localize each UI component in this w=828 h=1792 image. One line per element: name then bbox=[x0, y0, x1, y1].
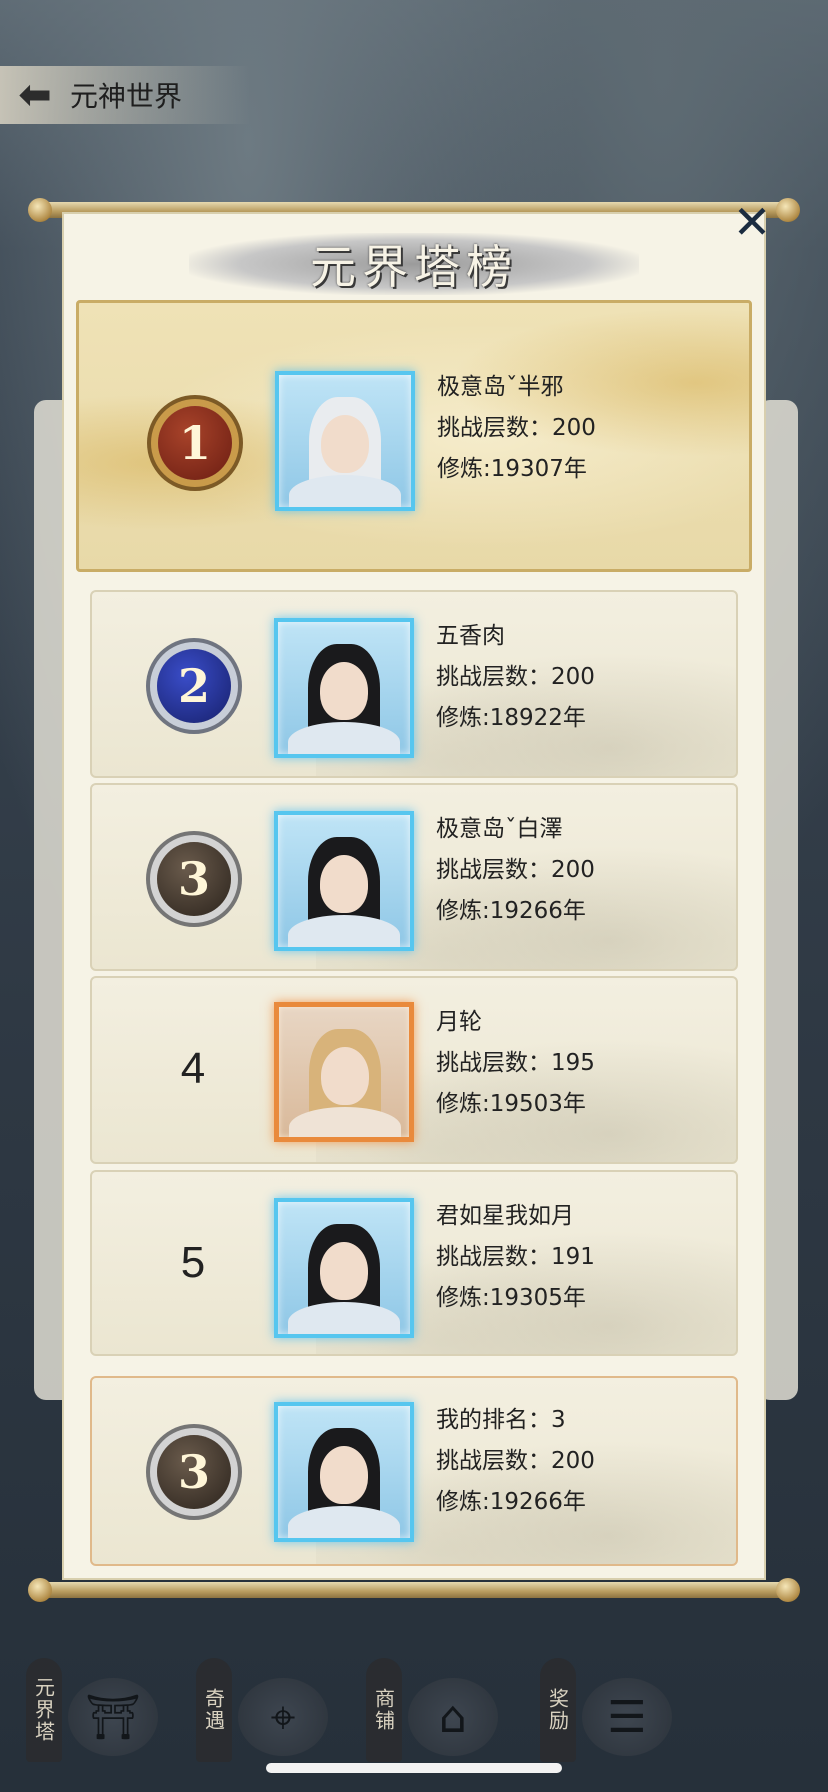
my-info: 我的排名：3 挑战层数：200 修炼:19266年 bbox=[436, 1400, 595, 1523]
player-avatar bbox=[274, 618, 414, 758]
nav-label: 奇遇 bbox=[196, 1658, 232, 1762]
ranking-row-1[interactable]: 1 极意岛ˇ半邪 挑战层数：200 修炼:19307年 bbox=[76, 300, 752, 572]
reward-chest-icon: ☰ bbox=[582, 1678, 672, 1756]
nav-item-reward[interactable]: 奖励 ☰ bbox=[540, 1658, 690, 1768]
player-avatar bbox=[274, 1002, 414, 1142]
medal-icon: 2 bbox=[157, 649, 231, 723]
rank-medal-2: 2 bbox=[142, 638, 246, 734]
player-name: 极意岛ˇ白澤 bbox=[436, 816, 563, 842]
my-avatar bbox=[274, 1402, 414, 1542]
player-info: 极意岛ˇ白澤 挑战层数：200 修炼:19266年 bbox=[436, 809, 595, 932]
ranking-row-3[interactable]: 3 极意岛ˇ白澤 挑战层数：200 修炼:19266年 bbox=[90, 783, 738, 971]
cultivation-years: 修炼:19266年 bbox=[436, 1489, 586, 1515]
rank-medal-1: 1 bbox=[143, 395, 247, 491]
my-rank-medal: 3 bbox=[142, 1424, 246, 1520]
dialog-title-wrap: 元界塔榜 bbox=[62, 232, 766, 296]
medal-icon: 1 bbox=[158, 406, 232, 480]
rank-number: 4 bbox=[180, 1044, 206, 1093]
player-info: 极意岛ˇ半邪 挑战层数：200 修炼:19307年 bbox=[437, 367, 596, 490]
nav-item-encounter[interactable]: 奇遇 ⌖ bbox=[196, 1658, 346, 1768]
ranking-row-4[interactable]: 4 月轮 挑战层数：195 修炼:19503年 bbox=[90, 976, 738, 1164]
ranking-row-5[interactable]: 5 君如星我如月 挑战层数：191 修炼:19305年 bbox=[90, 1170, 738, 1356]
medal-icon: 3 bbox=[157, 1435, 231, 1509]
player-name: 五香肉 bbox=[436, 623, 505, 649]
back-arrow-icon: ⬅ bbox=[18, 72, 52, 118]
nav-item-shop[interactable]: 商铺 ⌂ bbox=[366, 1658, 516, 1768]
nav-item-tower[interactable]: 元界塔 ⛩ bbox=[26, 1658, 176, 1768]
challenge-floors: 挑战层数：200 bbox=[436, 664, 595, 690]
nav-label: 元界塔 bbox=[26, 1658, 62, 1762]
player-info: 五香肉 挑战层数：200 修炼:18922年 bbox=[436, 616, 595, 739]
player-avatar bbox=[274, 1198, 414, 1338]
player-name: 君如星我如月 bbox=[436, 1203, 574, 1229]
medal-icon: 3 bbox=[157, 842, 231, 916]
dialog-title: 元界塔榜 bbox=[189, 233, 639, 295]
rank-medal-3: 3 bbox=[142, 831, 246, 927]
player-name: 月轮 bbox=[436, 1009, 482, 1035]
challenge-floors: 挑战层数：191 bbox=[436, 1244, 595, 1270]
challenge-floors: 挑战层数：200 bbox=[436, 857, 595, 883]
scroll-rod-bottom bbox=[28, 1578, 800, 1602]
top-bar: ⬅ 元神世界 bbox=[0, 66, 250, 124]
challenge-floors: 挑战层数：195 bbox=[436, 1050, 595, 1076]
ranking-row-2[interactable]: 2 五香肉 挑战层数：200 修炼:18922年 bbox=[90, 590, 738, 778]
cultivation-years: 修炼:18922年 bbox=[436, 705, 586, 731]
player-name: 极意岛ˇ半邪 bbox=[437, 374, 564, 400]
my-ranking-row: 3 我的排名：3 挑战层数：200 修炼:19266年 bbox=[90, 1376, 738, 1566]
cultivation-years: 修炼:19503年 bbox=[436, 1091, 586, 1117]
player-avatar bbox=[274, 811, 414, 951]
home-indicator[interactable] bbox=[266, 1763, 562, 1773]
my-rank-label: 我的排名：3 bbox=[436, 1407, 566, 1433]
page-title: 元神世界 bbox=[70, 80, 183, 113]
player-info: 月轮 挑战层数：195 修炼:19503年 bbox=[436, 1002, 595, 1125]
challenge-floors: 挑战层数：200 bbox=[436, 1448, 595, 1474]
rank-number: 5 bbox=[180, 1238, 206, 1287]
nav-label: 商铺 bbox=[366, 1658, 402, 1762]
cultivation-years: 修炼:19266年 bbox=[436, 898, 586, 924]
pagoda-icon: ⛩ bbox=[68, 1678, 158, 1756]
challenge-floors: 挑战层数：200 bbox=[437, 415, 596, 441]
player-info: 君如星我如月 挑战层数：191 修炼:19305年 bbox=[436, 1196, 595, 1319]
cultivation-years: 修炼:19305年 bbox=[436, 1285, 586, 1311]
shop-icon: ⌂ bbox=[408, 1678, 498, 1756]
player-avatar bbox=[275, 371, 415, 511]
nav-label: 奖励 bbox=[540, 1658, 576, 1762]
cultivation-years: 修炼:19307年 bbox=[437, 456, 587, 482]
back-button[interactable]: ⬅ bbox=[0, 66, 70, 124]
map-pin-icon: ⌖ bbox=[238, 1678, 328, 1756]
